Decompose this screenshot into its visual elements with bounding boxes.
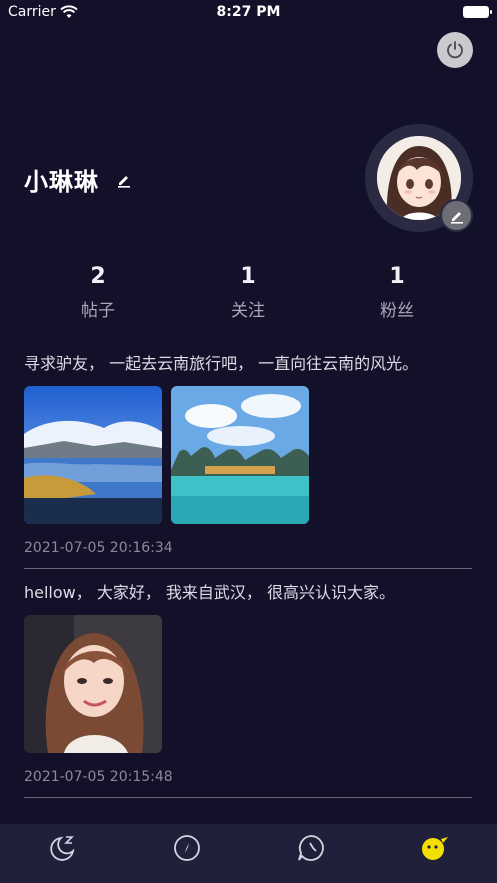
tab-sleep[interactable] (46, 832, 78, 864)
tab-profile[interactable] (418, 832, 450, 864)
pencil-icon (450, 211, 463, 224)
post-time: 2021-07-05 20:16:34 (24, 540, 173, 556)
username: 小琳琳 (24, 168, 99, 196)
divider (24, 797, 472, 798)
tab-discover[interactable] (171, 832, 203, 864)
tab-messages[interactable] (295, 832, 327, 864)
post-photos (24, 386, 472, 524)
post-photos (24, 615, 472, 753)
post-text: hellow， 大家好， 我来自武汉， 很高兴认识大家。 (24, 583, 396, 602)
avatar-edit-button[interactable] (440, 199, 473, 232)
profile-stats: 2 帖子 1 关注 1 粉丝 (24, 262, 472, 326)
stat-following-count: 1 (240, 264, 256, 289)
username-row: 小琳琳 (24, 162, 133, 197)
smiley-icon (422, 837, 448, 860)
lake-landscape-photo[interactable] (24, 386, 162, 524)
compass-icon (174, 835, 200, 861)
stat-following-label: 关注 (231, 301, 265, 321)
chat-bubble-icon (298, 835, 324, 861)
karst-lake-photo[interactable] (171, 386, 309, 524)
power-button[interactable] (437, 32, 473, 68)
divider (24, 568, 472, 569)
stat-posts[interactable]: 2 帖子 (48, 262, 148, 321)
stat-fans-count: 1 (389, 264, 405, 289)
edit-name-button[interactable] (115, 171, 133, 189)
power-icon (447, 41, 463, 59)
status-time: 8:27 PM (216, 4, 281, 20)
post-text: 寻求驴友， 一起去云南旅行吧， 一直向往云南的风光。 (24, 354, 419, 373)
battery-icon (463, 6, 492, 18)
status-bar: Carrier 8:27 PM (0, 0, 497, 26)
stat-posts-label: 帖子 (81, 301, 115, 321)
stat-fans-label: 粉丝 (380, 301, 414, 321)
post-time: 2021-07-05 20:15:48 (24, 769, 173, 785)
tab-bar (0, 824, 497, 883)
post-card[interactable]: hellow， 大家好， 我来自武汉， 很高兴认识大家。 2021-07-05 … (24, 579, 472, 798)
stat-following[interactable]: 1 关注 (198, 262, 298, 321)
post-card[interactable]: 寻求驴友， 一起去云南旅行吧， 一直向往云南的风光。 2021-07-05 20… (24, 350, 472, 569)
stat-fans[interactable]: 1 粉丝 (347, 262, 447, 321)
pencil-icon (118, 175, 130, 188)
sleep-moon-icon (50, 836, 75, 861)
selfie-photo[interactable] (24, 615, 162, 753)
stat-posts-count: 2 (90, 264, 106, 289)
